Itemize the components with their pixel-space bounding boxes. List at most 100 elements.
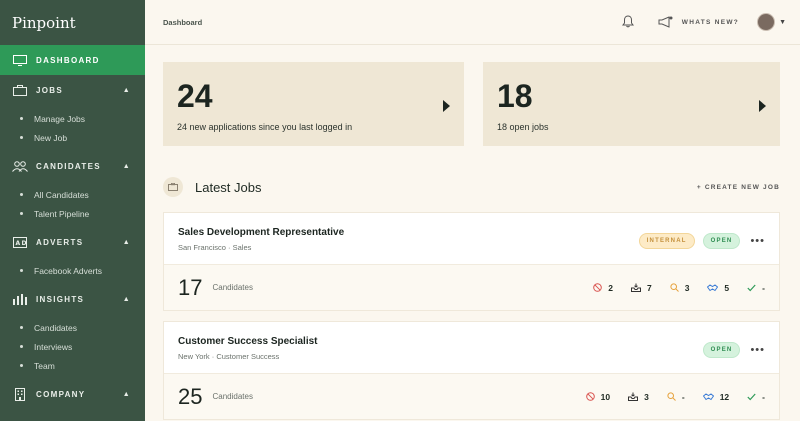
stage-count: 7: [646, 282, 652, 293]
top-actions: WHATS NEW? ▼: [621, 13, 786, 31]
stage-interview[interactable]: 5: [707, 283, 729, 293]
nav-insights[interactable]: Insights ▲: [0, 284, 145, 314]
stage-count: -: [762, 282, 765, 293]
job-card-stats: 17 Candidates 2 7 3 5 -: [164, 264, 779, 310]
stage-rejected[interactable]: 2: [593, 283, 613, 293]
search-icon: [670, 283, 679, 292]
ad-icon: Ad: [12, 236, 28, 248]
stage-inbox[interactable]: 7: [630, 282, 652, 293]
stat-card-open-jobs[interactable]: 18 18 open jobs: [483, 62, 780, 146]
stage-count: 10: [600, 391, 611, 402]
sidebar-item-all-candidates[interactable]: All Candidates: [0, 185, 145, 204]
sidebar-item-talent-pipeline[interactable]: Talent Pipeline: [0, 204, 145, 223]
bullet-icon: [20, 193, 23, 196]
caret-up-icon[interactable]: ▲: [123, 239, 131, 246]
chevron-down-icon[interactable]: ▼: [779, 19, 786, 26]
nav-candidates[interactable]: Candidates ▲: [0, 151, 145, 181]
sidebar-item-manage-jobs[interactable]: Manage Jobs: [0, 109, 145, 128]
candidate-count[interactable]: 25: [178, 384, 202, 410]
bullet-icon: [20, 117, 23, 120]
bar-chart-icon: [12, 293, 28, 305]
candidate-count-label: Candidates: [212, 392, 253, 401]
internal-badge: INTERNAL: [638, 233, 695, 249]
sidebar-item-team[interactable]: Team: [0, 356, 145, 375]
stage-count: -: [762, 391, 765, 402]
check-icon: [747, 393, 756, 400]
avatar[interactable]: [757, 13, 776, 31]
stage-count: 5: [724, 282, 730, 293]
nav-adverts-label: Adverts: [36, 237, 84, 247]
job-subtitle: New York · Customer Success: [178, 352, 280, 361]
nav-company-label: Company: [36, 389, 86, 399]
stat-label: 18 open jobs: [497, 122, 549, 132]
caret-up-icon[interactable]: ▲: [123, 391, 131, 398]
handshake-icon: [702, 392, 714, 400]
bullet-icon: [20, 345, 23, 348]
sub-item-label: Team: [34, 360, 55, 371]
nav-dashboard-label: Dashboard: [36, 55, 100, 65]
whats-new-label: WHATS NEW?: [681, 18, 740, 26]
sub-item-label: Facebook Adverts: [34, 265, 103, 276]
stage-review[interactable]: 3: [670, 282, 690, 293]
more-options-icon[interactable]: •••: [750, 344, 765, 356]
stage-hired[interactable]: -: [747, 283, 765, 293]
sub-item-label: New Job: [34, 132, 68, 143]
caret-up-icon[interactable]: ▲: [123, 87, 131, 94]
job-card: Sales Development Representative San Fra…: [163, 212, 780, 311]
sub-item-label: Manage Jobs: [34, 113, 86, 124]
building-icon: [12, 387, 28, 401]
candidates-submenu: All Candidates Talent Pipeline: [0, 181, 145, 227]
stage-inbox[interactable]: 3: [628, 392, 649, 402]
sidebar-item-insights-candidates[interactable]: Candidates: [0, 318, 145, 337]
caret-up-icon[interactable]: ▲: [123, 163, 131, 170]
stage-count: 12: [719, 391, 730, 402]
stage-rejected[interactable]: 10: [585, 391, 611, 402]
bullet-icon: [20, 326, 23, 329]
insights-submenu: Candidates Interviews Team: [0, 314, 145, 379]
section-title: Latest Jobs: [195, 179, 262, 195]
job-card: Customer Success Specialist New York · C…: [163, 321, 780, 420]
stage-review[interactable]: -: [667, 392, 685, 402]
inbox-icon: [628, 392, 639, 401]
sidebar-item-facebook-adverts[interactable]: Facebook Adverts: [0, 261, 145, 280]
sub-item-label: All Candidates: [34, 189, 89, 200]
nav-adverts[interactable]: Ad Adverts ▲: [0, 227, 145, 257]
stage-count: 3: [684, 282, 690, 293]
bell-icon[interactable]: [621, 15, 636, 29]
adverts-submenu: Facebook Adverts: [0, 257, 145, 284]
more-options-icon[interactable]: •••: [750, 235, 765, 247]
job-badges: INTERNAL OPEN •••: [631, 233, 765, 249]
sidebar: Pinpoint Dashboard Jobs ▲ Manage Jobs Ne…: [0, 0, 145, 421]
handshake-icon: [707, 283, 719, 291]
sub-item-label: Talent Pipeline: [34, 208, 90, 219]
arrow-right-icon[interactable]: [443, 100, 450, 112]
create-new-job-button[interactable]: + CREATE NEW JOB: [697, 184, 780, 191]
search-icon: [667, 392, 676, 401]
arrow-right-icon[interactable]: [759, 100, 766, 112]
stage-interview[interactable]: 12: [702, 391, 730, 402]
breadcrumb[interactable]: Dashboard: [163, 18, 202, 27]
nav-jobs-label: Jobs: [36, 85, 63, 95]
briefcase-icon: [163, 177, 183, 197]
nav-jobs[interactable]: Jobs ▲: [0, 75, 145, 105]
bullet-icon: [20, 212, 23, 215]
job-title[interactable]: Customer Success Specialist: [178, 336, 765, 347]
whats-new-button[interactable]: WHATS NEW?: [658, 16, 739, 28]
nav-insights-label: Insights: [36, 294, 85, 304]
megaphone-icon: [658, 16, 673, 28]
nav-company[interactable]: Company ▲: [0, 379, 145, 409]
latest-jobs-header: Latest Jobs + CREATE NEW JOB: [163, 176, 780, 198]
nav-dashboard[interactable]: Dashboard: [0, 45, 145, 75]
caret-up-icon[interactable]: ▲: [123, 296, 131, 303]
brand-logo[interactable]: Pinpoint: [0, 0, 145, 45]
monitor-icon: [12, 54, 28, 66]
stat-card-applications[interactable]: 24 24 new applications since you last lo…: [163, 62, 464, 146]
bullet-icon: [20, 364, 23, 367]
sidebar-item-interviews[interactable]: Interviews: [0, 337, 145, 356]
job-badges: OPEN •••: [695, 342, 765, 358]
candidate-count[interactable]: 17: [178, 275, 202, 301]
stage-hired[interactable]: -: [747, 392, 765, 402]
pipeline-stages: 2 7 3 5 -: [575, 283, 765, 293]
sidebar-item-new-job[interactable]: New Job: [0, 128, 145, 147]
sub-item-label: Interviews: [34, 341, 73, 352]
